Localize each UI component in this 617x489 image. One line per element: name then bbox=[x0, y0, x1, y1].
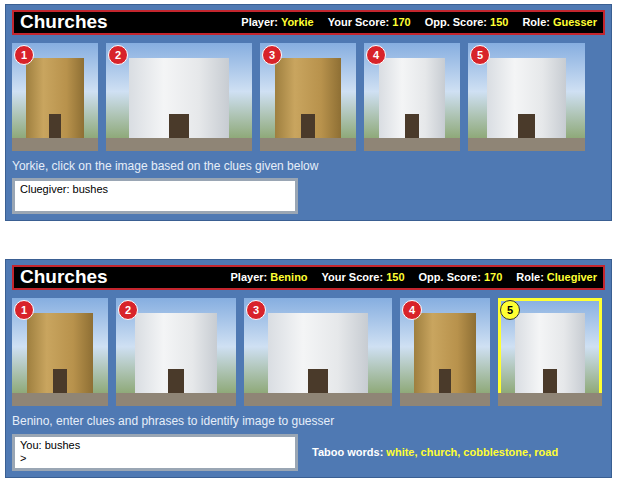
stat-role: Role: Cluegiver bbox=[516, 269, 597, 286]
stat-player: Player: Benino bbox=[231, 269, 308, 286]
number-badge: 2 bbox=[108, 45, 128, 65]
taboo-words: Taboo words: white, church, cobblestone,… bbox=[312, 444, 558, 461]
church-photo[interactable]: 3 bbox=[260, 43, 356, 151]
stat-opp-score: Opp. Score: 150 bbox=[425, 14, 509, 31]
clue-line: You: bushes bbox=[20, 439, 290, 453]
number-badge: 3 bbox=[262, 45, 282, 65]
game-title: Churches bbox=[20, 267, 108, 288]
church-photo[interactable]: 5 bbox=[498, 298, 602, 406]
stats: Player: Yorkie Your Score: 170 Opp. Score:… bbox=[241, 14, 597, 31]
game-title: Churches bbox=[20, 12, 108, 33]
instruction: Yorkie, click on the image based on the … bbox=[12, 159, 605, 173]
stat-role: Role: Guesser bbox=[522, 14, 597, 31]
church-photo[interactable]: 1 bbox=[12, 43, 98, 151]
number-badge: 1 bbox=[14, 45, 34, 65]
stat-your-score: Your Score: 170 bbox=[328, 14, 411, 31]
game-screen: Churches Player: Yorkie Your Score: 170 Opp… bbox=[0, 0, 617, 478]
church-photo[interactable]: 5 bbox=[468, 43, 585, 151]
church-photo[interactable]: 3 bbox=[244, 298, 392, 406]
clue-box[interactable]: You: bushes> bbox=[12, 434, 298, 472]
church-photo[interactable]: 2 bbox=[116, 298, 236, 406]
clue-area: Cluegiver: bushes bbox=[12, 178, 605, 214]
instruction: Benino, enter clues and phrases to ident… bbox=[12, 414, 605, 428]
stat-your-score: Your Score: 150 bbox=[322, 269, 405, 286]
number-badge: 5 bbox=[470, 45, 490, 65]
church-photo[interactable]: 4 bbox=[364, 43, 460, 151]
clue-line: Cluegiver: bushes bbox=[20, 183, 290, 197]
photo-row: 1 2 3 4 5 bbox=[12, 43, 605, 151]
clue-line: > bbox=[20, 452, 290, 466]
clue-box: Cluegiver: bushes bbox=[12, 178, 298, 214]
number-badge: 4 bbox=[366, 45, 386, 65]
clue-area: You: bushes> Taboo words: white, church, … bbox=[12, 434, 605, 472]
photo-row: 123 45 bbox=[12, 298, 605, 406]
stat-opp-score: Opp. Score: 170 bbox=[419, 269, 503, 286]
stat-player: Player: Yorkie bbox=[241, 14, 313, 31]
number-badge: 3 bbox=[246, 300, 266, 320]
game-panel: Churches Player: Yorkie Your Score: 170 Opp… bbox=[5, 4, 612, 221]
church-photo[interactable]: 4 bbox=[400, 298, 490, 406]
church-photo[interactable]: 2 bbox=[106, 43, 252, 151]
header-bar: Churches Player: Yorkie Your Score: 170 Opp… bbox=[12, 10, 605, 35]
church-photo[interactable]: 1 bbox=[12, 298, 108, 406]
game-panel: Churches Player: Benino Your Score: 150 Opp… bbox=[5, 259, 612, 478]
stats: Player: Benino Your Score: 150 Opp. Score:… bbox=[231, 269, 597, 286]
header-bar: Churches Player: Benino Your Score: 150 Opp… bbox=[12, 265, 605, 290]
